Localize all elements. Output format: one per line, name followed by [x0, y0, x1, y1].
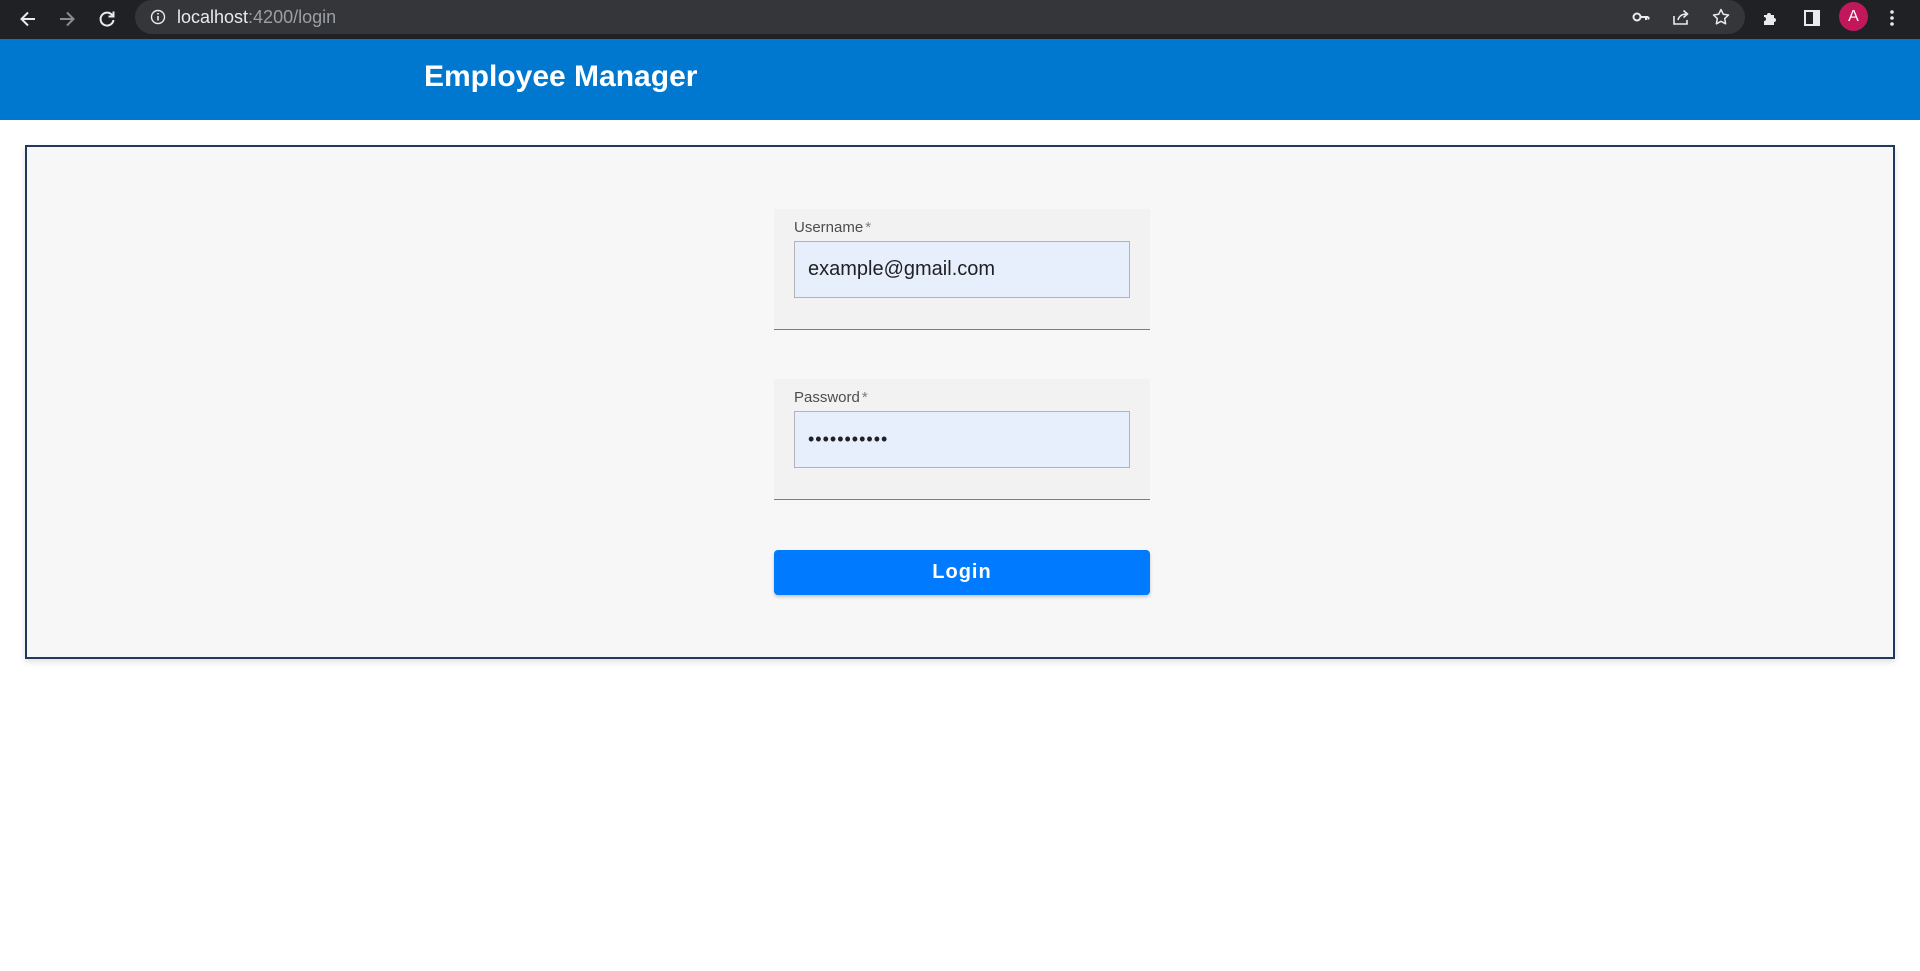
password-label: Password *	[794, 389, 868, 406]
username-field: Username *	[774, 209, 1150, 330]
url-host: localhost	[177, 6, 249, 27]
forward-button[interactable]	[51, 3, 83, 35]
avatar[interactable]: A	[1839, 2, 1868, 31]
username-input[interactable]	[794, 241, 1130, 298]
puzzle-icon[interactable]	[1757, 4, 1785, 32]
login-card: Username* Password* Login	[25, 145, 1895, 659]
password-label-text: Password	[794, 389, 860, 406]
username-label-text: Username	[794, 219, 864, 236]
username-label: Username *	[794, 219, 871, 236]
share-icon[interactable]	[1669, 5, 1693, 29]
back-arrow-icon	[18, 9, 38, 29]
forward-arrow-icon	[57, 9, 77, 29]
address-bar[interactable]: localhost:4200/login	[135, 0, 1745, 34]
required-marker: *	[861, 389, 868, 406]
app-header: Employee Manager	[0, 39, 1920, 120]
back-button[interactable]	[12, 3, 44, 35]
password-input[interactable]	[794, 411, 1130, 468]
required-marker: *	[865, 219, 872, 236]
side-panel-icon[interactable]	[1798, 4, 1826, 32]
reload-button[interactable]	[91, 3, 123, 35]
info-icon[interactable]	[149, 8, 167, 26]
page-title: Employee Manager	[424, 60, 698, 93]
browser-toolbar: localhost:4200/login A	[0, 0, 1920, 39]
star-icon[interactable]	[1709, 5, 1733, 29]
reload-icon	[97, 9, 117, 29]
url-text: localhost:4200/login	[177, 7, 336, 28]
login-button[interactable]: Login	[774, 550, 1150, 595]
password-field: Password *	[774, 379, 1150, 500]
kebab-menu-icon[interactable]	[1878, 4, 1906, 32]
key-icon[interactable]	[1629, 5, 1653, 29]
url-path: :4200/login	[248, 6, 337, 27]
